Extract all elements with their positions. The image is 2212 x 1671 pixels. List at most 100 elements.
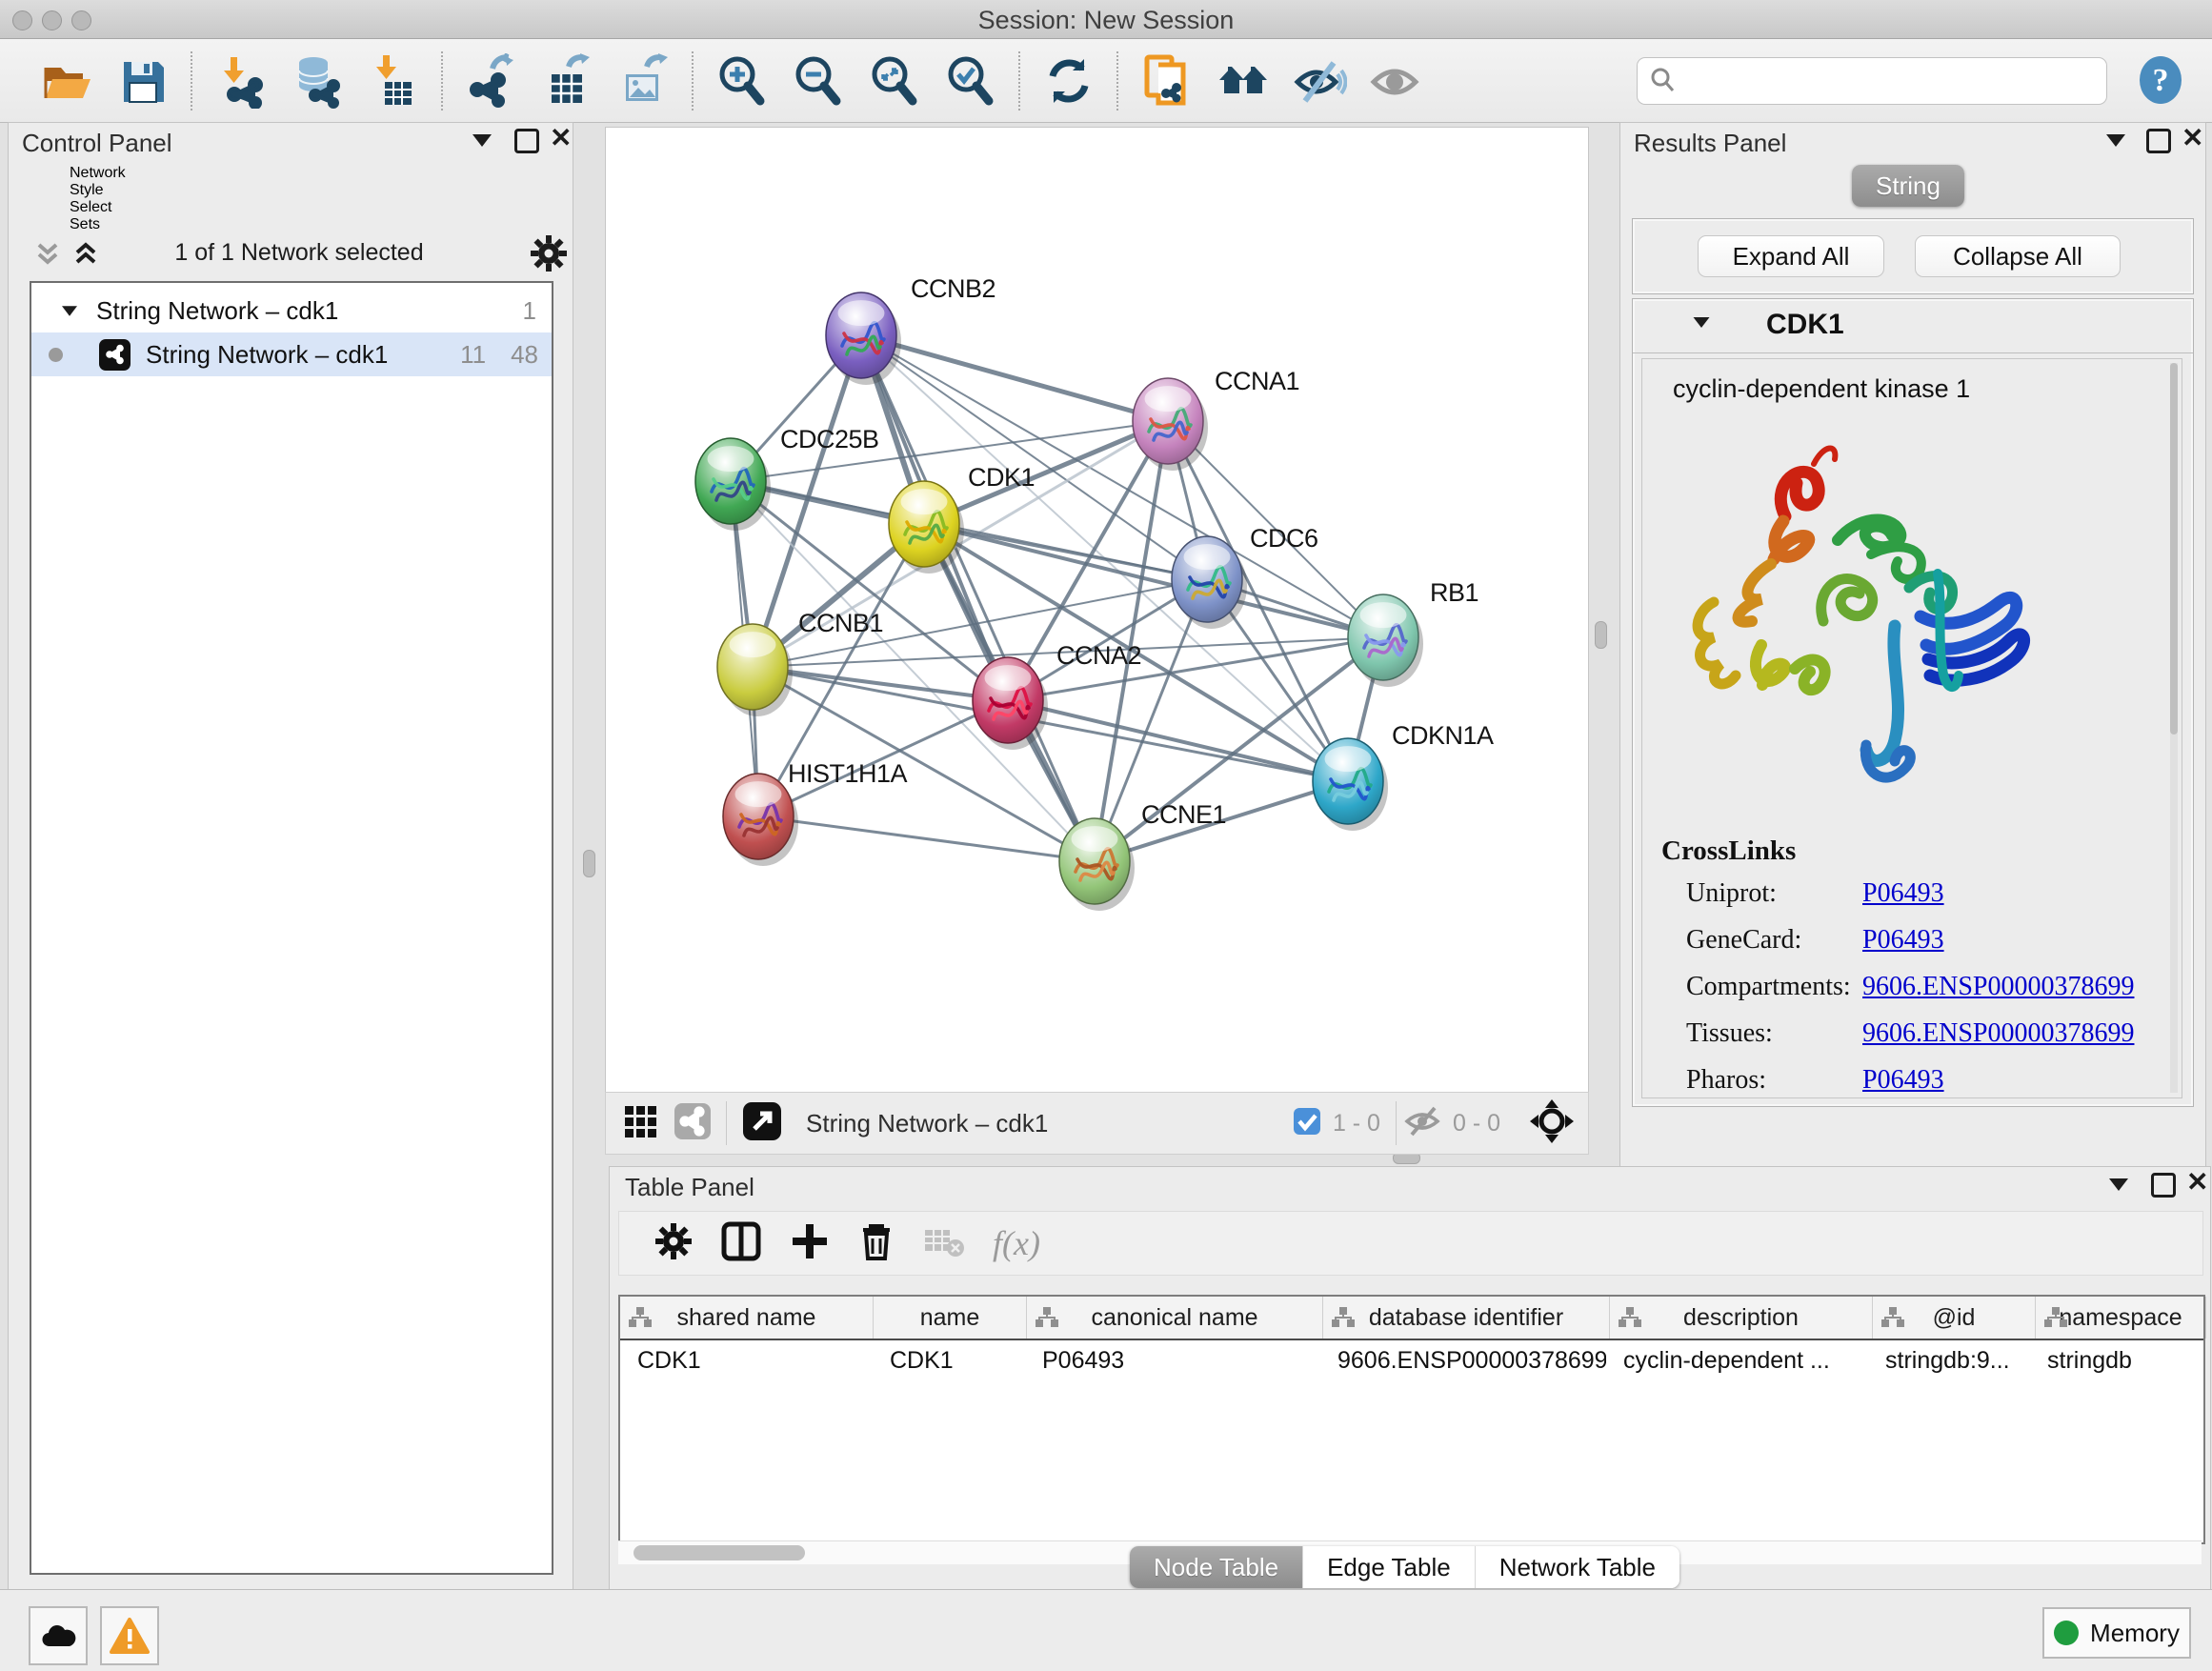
tab-select[interactable]: Select [70,199,126,216]
collapse-panel-icon[interactable] [2106,134,2125,147]
network-node-CCNE1[interactable] [1059,818,1135,911]
crosslink-row: Tissues:9606.ENSP00000378699 [1686,1018,2162,1049]
protein-name: CDK1 [1766,309,1844,341]
close-panel-icon[interactable]: ✕ [2186,1171,2208,1194]
scrollbar-thumb[interactable] [633,1545,805,1560]
protein-description: cyclin-dependent kinase 1 [1673,374,1970,404]
network-node-CCNA2[interactable] [973,657,1048,750]
section-expander-icon[interactable] [1694,317,1710,328]
selected-checkbox[interactable] [1291,1105,1323,1142]
column-header-databaseidentifier[interactable]: database identifier [1323,1297,1610,1339]
network-node-CDK1[interactable] [889,481,964,574]
network-canvas[interactable]: CCNB2CCNA1CDC25BCDK1CDC6RB1CCNB1CCNA2CDK… [605,127,1589,1094]
column-header-name[interactable]: name [874,1297,1027,1339]
network-node-CDKN1A[interactable] [1313,738,1388,831]
clone-network-icon[interactable] [1139,53,1195,109]
delete-column-icon[interactable] [857,1220,895,1267]
float-panel-icon[interactable] [514,129,539,153]
home-icon[interactable] [1216,53,1271,109]
zoom-out-icon[interactable] [791,53,846,109]
float-panel-icon[interactable] [2151,1173,2176,1198]
network-node-CCNB2[interactable] [826,292,901,385]
column-header-id[interactable]: @id [1873,1297,2036,1339]
export-table-icon[interactable] [540,53,595,109]
zoom-fit-icon[interactable] [867,53,922,109]
zoom-selected-icon[interactable] [943,53,998,109]
crosslink-link[interactable]: P06493 [1862,925,1944,956]
close-panel-icon[interactable]: ✕ [550,127,572,150]
open-file-icon[interactable] [39,53,94,109]
network-row[interactable]: String Network – cdk1 11 48 [31,332,552,376]
memory-status-dot [2054,1621,2079,1645]
float-panel-icon[interactable] [2146,129,2171,153]
expand-all-button[interactable]: Expand All [1698,235,1884,277]
crosslink-link[interactable]: P06493 [1862,878,1944,909]
crosslink-link[interactable]: 9606.ENSP00000378699 [1862,1018,2134,1049]
save-session-icon[interactable] [115,53,171,109]
network-node-CDC6[interactable] [1172,536,1247,629]
collection-expander-icon[interactable] [62,306,77,315]
network-node-RB1[interactable] [1348,594,1423,687]
close-panel-icon[interactable]: ✕ [2182,127,2203,150]
export-image-icon[interactable] [616,53,672,109]
crosslink-label: Uniprot: [1686,878,1862,909]
import-table-icon[interactable] [366,53,421,109]
collapse-panel-icon[interactable] [473,134,492,147]
table-cell: P06493 [1025,1340,1320,1380]
network-node-CDC25B[interactable] [695,438,771,531]
help-icon[interactable]: ? [2136,55,2185,110]
table-cell: stringdb [2030,1340,2200,1380]
column-header-description[interactable]: description [1610,1297,1873,1339]
move-crosshair-icon[interactable] [1529,1098,1575,1149]
zoom-in-icon[interactable] [714,53,770,109]
collapse-all-button[interactable]: Collapse All [1915,235,2121,277]
tab-edge-table[interactable]: Edge Table [1303,1546,1476,1588]
left-splitter-handle[interactable] [583,850,595,877]
grid-view-icon[interactable] [621,1102,659,1145]
right-splitter-handle[interactable] [1595,621,1607,649]
results-vertical-scrollbar[interactable] [2170,363,2178,1093]
show-all-icon[interactable] [1368,53,1423,109]
main-toolbar: ? [0,39,2212,123]
network-node-CCNA1[interactable] [1133,378,1208,471]
network-collection-row[interactable]: String Network – cdk1 1 [31,289,552,332]
share-view-icon[interactable] [673,1101,713,1146]
title-bar: Session: New Session [0,0,2212,39]
tab-network[interactable]: Network [70,165,126,182]
collapse-all-tree-icon[interactable] [33,237,62,274]
refresh-layout-icon[interactable] [1041,53,1096,109]
node-table[interactable]: shared namenamecanonical namedatabase id… [618,1295,2205,1544]
protein-section-header[interactable]: CDK1 [1633,299,2193,353]
network-tree: String Network – cdk1 1 String Network –… [30,281,553,1575]
import-network-database-icon[interactable] [290,53,345,109]
column-header-canonicalname[interactable]: canonical name [1027,1297,1323,1339]
show-columns-icon[interactable] [720,1220,762,1267]
column-header-sharedname[interactable]: shared name [620,1297,874,1339]
column-header-namespace[interactable]: namespace [2036,1297,2206,1339]
network-options-gear-icon[interactable] [529,233,569,273]
expand-all-tree-icon[interactable] [71,237,100,274]
memory-button[interactable]: Memory [2042,1607,2191,1659]
collapse-panel-icon[interactable] [2109,1178,2128,1191]
hide-selected-icon[interactable] [1292,53,1347,109]
warning-icon[interactable] [100,1606,159,1665]
import-network-icon[interactable] [213,53,269,109]
crosslink-link[interactable]: P06493 [1862,1065,1944,1096]
add-column-icon[interactable] [789,1220,831,1267]
cloud-icon[interactable] [29,1606,88,1665]
tab-sets[interactable]: Sets [70,216,126,233]
export-network-icon[interactable] [464,53,519,109]
search-input[interactable] [1689,61,2106,101]
tab-network-table[interactable]: Network Table [1476,1546,1679,1588]
tab-node-table[interactable]: Node Table [1130,1546,1303,1588]
table-settings-icon[interactable] [654,1221,694,1266]
crosslink-link[interactable]: 9606.ENSP00000378699 [1862,972,2134,1002]
open-in-window-icon[interactable] [741,1100,783,1147]
tab-style[interactable]: Style [70,182,126,199]
toolbar-separator [1018,51,1021,111]
network-node-CCNB1[interactable] [717,624,793,716]
tab-string[interactable]: String [1852,165,1964,207]
hidden-eye-icon[interactable] [1403,1104,1443,1143]
crosslink-label: Compartments: [1686,972,1862,1002]
table-row[interactable]: CDK1CDK1P064939606.ENSP00000378699cyclin… [620,1340,2203,1380]
